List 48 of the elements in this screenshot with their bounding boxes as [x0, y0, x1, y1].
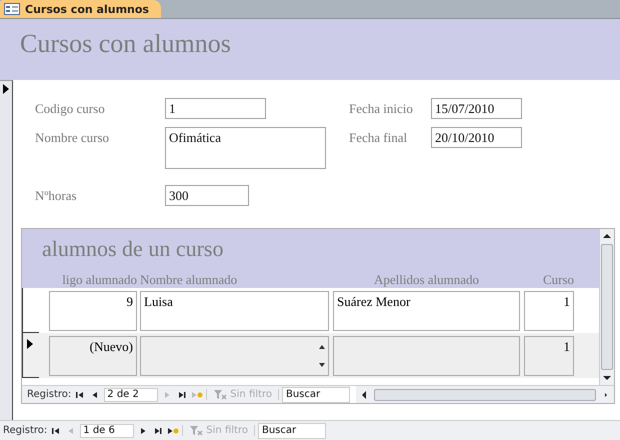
scroll-down-icon[interactable]	[602, 374, 612, 382]
column-header: Apellidos alumnado	[372, 271, 480, 288]
form-icon	[4, 3, 20, 15]
table-cell[interactable]: 1	[524, 290, 574, 330]
table-cell[interactable]	[140, 336, 329, 376]
column-header: Curso	[542, 271, 574, 288]
table-cell[interactable]: (Nuevo)	[49, 336, 137, 376]
search-field[interactable]: Buscar	[258, 422, 326, 438]
current-record-icon	[3, 84, 9, 94]
scroll-thumb[interactable]	[601, 244, 613, 370]
table-cell[interactable]	[333, 336, 520, 376]
row-selector[interactable]	[22, 333, 39, 378]
field-label: Nombre curso	[35, 129, 110, 146]
input-field[interactable]: 1	[165, 98, 266, 119]
scroll-thumb[interactable]	[374, 388, 596, 400]
field-label: Codigo curso	[35, 100, 106, 117]
table-cell[interactable]: Luisa	[140, 290, 329, 330]
filter-icon	[189, 425, 204, 436]
search-field[interactable]: Buscar	[282, 386, 350, 402]
last-record-icon[interactable]	[152, 426, 164, 436]
form-title: Cursos con alumnos	[20, 29, 231, 58]
table-cell[interactable]: 1	[524, 336, 574, 376]
new-record-icon[interactable]	[167, 426, 180, 436]
vertical-scrollbar[interactable]	[599, 229, 614, 385]
input-field[interactable]: Ofimática	[165, 127, 326, 169]
table-cell[interactable]: 9	[49, 290, 137, 330]
column-header: Nombre alumnado	[140, 271, 238, 288]
record-label: Registro:	[27, 389, 72, 400]
input-field[interactable]: 15/07/2010	[431, 98, 522, 119]
scroll-up-icon[interactable]	[602, 232, 612, 240]
horizontal-scrollbar[interactable]	[356, 386, 614, 403]
last-record-icon[interactable]	[176, 390, 188, 400]
record-number-field[interactable]: 2 de 2	[104, 388, 158, 402]
table-cell[interactable]: Suárez Menor	[333, 290, 520, 330]
field-label: Fecha inicio	[349, 100, 414, 117]
filter-icon	[213, 389, 228, 400]
record-label: Registro:	[3, 425, 48, 436]
scroll-left-icon[interactable]	[360, 390, 368, 400]
record-number-field[interactable]: 1 de 6	[80, 424, 134, 438]
field-label: Fecha final	[349, 129, 408, 146]
current-record-icon	[27, 339, 33, 349]
column-header: ligo alumnado	[61, 271, 137, 288]
input-field[interactable]: 20/10/2010	[431, 127, 522, 148]
subform-title: alumnos de un curso	[41, 235, 224, 263]
document-tab[interactable]: Cursos con alumnos	[0, 0, 161, 18]
field-label: Nºhoras	[35, 187, 78, 204]
input-field[interactable]: 300	[165, 185, 249, 206]
record-selector[interactable]	[0, 80, 13, 420]
